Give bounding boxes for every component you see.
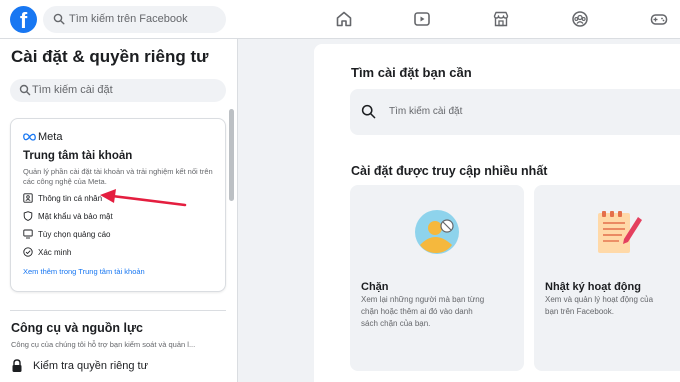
search-placeholder: Tìm kiếm trên Facebook (69, 13, 188, 25)
accounts-center-card[interactable]: Meta Trung tâm tài khoản Quản lý phần cà… (10, 118, 226, 292)
top-navigation-bar: f Tìm kiếm trên Facebook (0, 0, 680, 39)
gaming-icon[interactable] (650, 10, 668, 28)
menu-item-password-security[interactable]: Mật khẩu và bảo mật (23, 210, 113, 222)
search-icon (53, 13, 65, 25)
blocking-tile[interactable]: Chặn Xem lại những người mà bạn từng chặ… (350, 185, 524, 371)
privacy-checkup-item[interactable]: Kiểm tra quyền riêng tư (11, 359, 148, 373)
monitor-icon (23, 229, 33, 239)
tools-section-description: Công cụ của chúng tôi hỗ trợ bạn kiểm so… (11, 340, 196, 349)
marketplace-icon[interactable] (492, 10, 510, 28)
search-icon (361, 104, 376, 119)
meta-label: Meta (38, 131, 63, 143)
watch-video-icon[interactable] (413, 10, 431, 28)
section-divider (10, 310, 226, 311)
meta-infinity-icon (23, 133, 36, 141)
meta-logo: Meta (23, 131, 62, 143)
groups-icon[interactable] (571, 10, 589, 28)
privacy-checkup-label: Kiểm tra quyền riêng tư (33, 360, 148, 372)
tile-title: Nhật ký hoạt động (545, 281, 641, 293)
main-settings-search-input[interactable]: Tìm kiếm cài đặt (350, 89, 680, 135)
accounts-center-description: Quản lý phần cài đặt tài khoản và trải n… (23, 167, 213, 186)
check-circle-icon (23, 247, 33, 257)
shield-icon (23, 211, 33, 221)
menu-item-label: Tùy chọn quảng cáo (38, 229, 111, 239)
lock-icon (12, 359, 22, 372)
settings-sidebar: Cài đặt & quyền riêng tư Tìm kiếm cài đặ… (0, 39, 238, 382)
tile-title: Chặn (361, 281, 389, 293)
find-settings-title: Tìm cài đặt bạn cần (351, 65, 472, 80)
page-title: Cài đặt & quyền riêng tư (11, 47, 209, 66)
tile-description: Xem lại những người mà bạn từng chặn hoặ… (361, 295, 485, 328)
tile-description: Xem và quản lý hoạt động của bạn trên Fa… (545, 295, 654, 316)
accounts-center-heading: Trung tâm tài khoản (23, 150, 133, 162)
facebook-search-input[interactable]: Tìm kiếm trên Facebook (43, 6, 226, 33)
menu-item-label: Thông tin cá nhân (38, 193, 103, 203)
activity-log-illustration-icon (598, 211, 642, 253)
settings-search-input[interactable]: Tìm kiếm cài đặt (10, 79, 226, 102)
id-card-icon (23, 193, 33, 203)
search-placeholder: Tìm kiếm cài đặt (32, 84, 113, 96)
search-icon (19, 84, 31, 96)
search-placeholder: Tìm kiếm cài đặt (389, 106, 463, 117)
settings-main-panel: Tìm cài đặt bạn cần Tìm kiếm cài đặt Cài… (314, 44, 680, 382)
menu-item-verification[interactable]: Xác minh (23, 246, 71, 258)
facebook-logo[interactable]: f (10, 6, 37, 33)
most-visited-title: Cài đặt được truy cập nhiều nhất (351, 164, 548, 178)
tools-section-title: Công cụ và nguồn lực (11, 321, 143, 335)
accounts-center-link[interactable]: Xem thêm trong Trung tâm tài khoản (23, 267, 145, 276)
home-icon[interactable] (335, 10, 353, 28)
menu-item-personal-info[interactable]: Thông tin cá nhân (23, 192, 102, 204)
menu-item-ad-preferences[interactable]: Tùy chọn quảng cáo (23, 228, 111, 240)
menu-item-label: Xác minh (38, 247, 72, 257)
menu-item-label: Mật khẩu và bảo mật (38, 211, 113, 221)
activity-log-tile[interactable]: Nhật ký hoạt động Xem và quản lý hoạt độ… (534, 185, 680, 371)
blocked-user-illustration-icon (415, 210, 459, 254)
sidebar-scrollbar[interactable] (229, 109, 234, 201)
